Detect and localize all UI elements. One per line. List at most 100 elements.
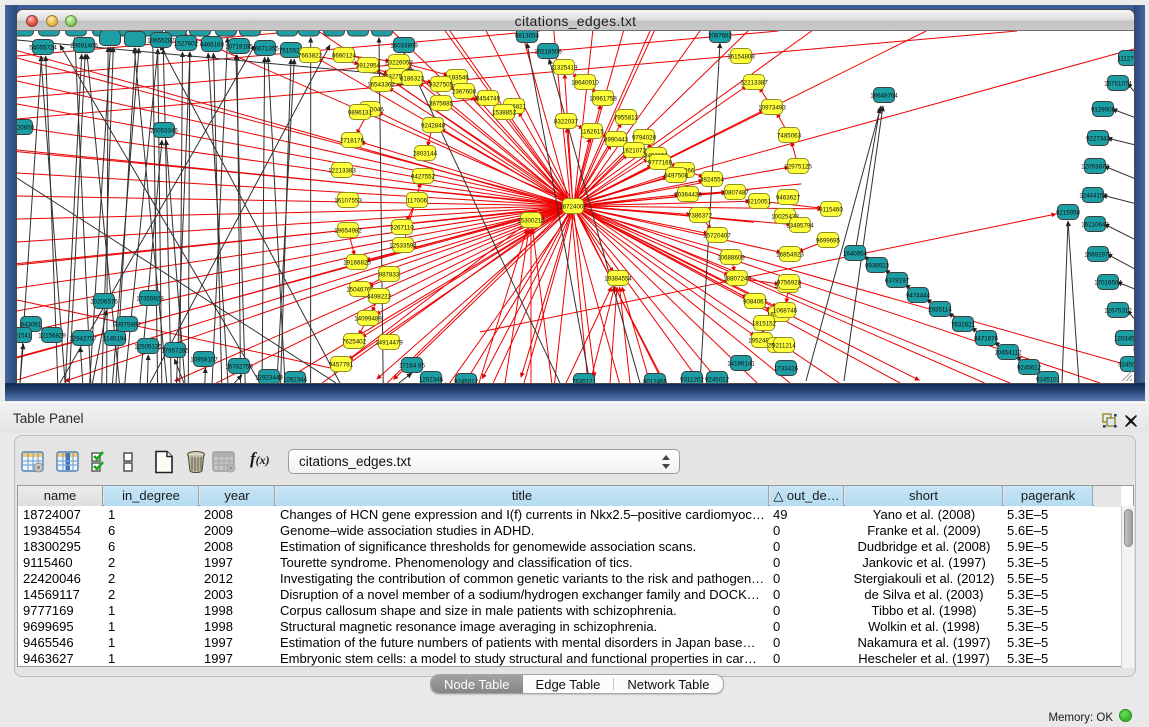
svg-text:16107553: 16107553 <box>334 197 362 204</box>
svg-text:14196141: 14196141 <box>727 360 755 367</box>
svg-text:7485063: 7485063 <box>777 132 802 139</box>
svg-text:2803144: 2803144 <box>413 150 438 157</box>
svg-text:2620650: 2620650 <box>17 124 35 131</box>
svg-text:924501 2: 924501 2 <box>1118 361 1134 368</box>
svg-text:12942757: 12942757 <box>69 335 97 342</box>
svg-text:7386372: 7386372 <box>688 212 713 219</box>
svg-text:13495794: 13495794 <box>786 222 814 229</box>
svg-text:12675312: 12675312 <box>1104 307 1132 314</box>
svg-text:17957265: 17957265 <box>161 347 189 354</box>
svg-text:9084067: 9084067 <box>743 298 768 305</box>
svg-text:9457791: 9457791 <box>329 361 354 368</box>
svg-text:20206576: 20206576 <box>90 298 118 305</box>
svg-text:3267110: 3267110 <box>390 224 414 231</box>
svg-text:10973493: 10973493 <box>758 104 786 111</box>
svg-text:7635121: 7635121 <box>572 378 597 383</box>
svg-text:9129906: 9129906 <box>1091 106 1116 113</box>
svg-text:12975125: 12975125 <box>784 163 812 170</box>
svg-text:1068746: 1068746 <box>773 307 798 314</box>
svg-text:20691406: 20691406 <box>70 42 98 49</box>
svg-text:19166825: 19166825 <box>343 259 371 266</box>
svg-text:8186323: 8186323 <box>400 75 425 82</box>
svg-text:887833: 887833 <box>379 271 400 278</box>
svg-text:2367608: 2367608 <box>452 88 477 95</box>
svg-text:9896131: 9896131 <box>348 109 373 116</box>
svg-text:3824554: 3824554 <box>700 176 725 183</box>
svg-text:20053346: 20053346 <box>150 127 178 134</box>
svg-text:18807249: 18807249 <box>723 275 751 282</box>
svg-text:15751074: 15751074 <box>1104 80 1132 87</box>
svg-text:9756928: 9756928 <box>777 279 802 286</box>
svg-text:16543362: 16543362 <box>367 81 395 88</box>
svg-text:7625402: 7625402 <box>342 338 367 345</box>
svg-text:12093872: 12093872 <box>1081 163 1109 170</box>
svg-text:6379197: 6379197 <box>885 277 910 284</box>
svg-text:6497508: 6497508 <box>664 172 689 179</box>
svg-text:16154808: 16154808 <box>727 53 755 60</box>
svg-text:1292346: 1292346 <box>419 376 444 383</box>
svg-text:8012455: 8012455 <box>643 378 668 383</box>
svg-text:4498222: 4498222 <box>367 293 392 300</box>
svg-text:7632621: 7632621 <box>951 321 976 328</box>
svg-text:19384554: 19384554 <box>604 275 632 282</box>
svg-text:8938923: 8938923 <box>865 262 890 269</box>
svg-text:16648764: 16648764 <box>870 92 898 99</box>
svg-text:19218506: 19218506 <box>534 48 562 55</box>
svg-text:16033809: 16033809 <box>390 42 418 49</box>
svg-text:17359928: 17359928 <box>136 295 164 302</box>
svg-text:11325419: 11325419 <box>550 64 578 71</box>
svg-text:8813054: 8813054 <box>515 32 540 39</box>
svg-text:17164 85: 17164 85 <box>399 362 425 369</box>
svg-text:9115460: 9115460 <box>819 206 843 213</box>
svg-text:9311202: 9311202 <box>680 376 704 383</box>
svg-text:16210643: 16210643 <box>1081 221 1109 228</box>
svg-text:9245612: 9245612 <box>1017 364 1042 371</box>
svg-text:7955812: 7955812 <box>614 114 639 121</box>
svg-text:16854923: 16854923 <box>776 251 804 258</box>
svg-text:14099489: 14099489 <box>354 315 382 322</box>
svg-text:8660124: 8660124 <box>332 52 357 59</box>
svg-text:9794028: 9794028 <box>632 134 657 141</box>
svg-text:18724007: 18724007 <box>559 203 587 210</box>
svg-text:9777169: 9777169 <box>648 159 673 166</box>
svg-text:1733426: 1733426 <box>774 365 799 372</box>
svg-text:9245012: 9245012 <box>705 376 730 383</box>
svg-text:10719185: 10719185 <box>225 43 253 50</box>
svg-text:10654112: 10654112 <box>994 349 1022 356</box>
svg-text:1112741: 1112741 <box>1117 55 1134 62</box>
svg-text:9242848: 9242848 <box>421 122 446 129</box>
svg-text:12156829: 12156829 <box>38 332 66 339</box>
svg-text:2087682: 2087682 <box>708 32 733 39</box>
svg-text:8471676: 8471676 <box>974 335 999 342</box>
svg-text:8322037: 8322037 <box>554 118 579 125</box>
svg-text:9327505: 9327505 <box>429 81 454 88</box>
svg-text:93975887: 93975887 <box>113 321 141 328</box>
svg-text:54055724: 54055724 <box>29 44 57 51</box>
svg-text:6210051: 6210051 <box>747 198 772 205</box>
svg-text:7663822: 7663822 <box>298 52 323 59</box>
svg-text:3875685: 3875685 <box>429 100 454 107</box>
svg-text:1538852: 1538852 <box>492 109 517 116</box>
svg-text:16782759: 16782759 <box>225 363 253 370</box>
svg-text:2718176: 2718176 <box>340 137 365 144</box>
svg-text:19654982: 19654982 <box>334 227 362 234</box>
svg-text:17016504: 17016504 <box>1094 279 1122 286</box>
svg-text:15692971: 15692971 <box>1084 251 1112 258</box>
svg-text:8990443: 8990443 <box>604 136 629 143</box>
svg-text:20364436: 20364436 <box>674 191 702 198</box>
svg-text:3912954: 3912954 <box>356 62 381 69</box>
svg-text:18640910: 18640910 <box>571 79 599 86</box>
svg-text:391541: 391541 <box>17 332 32 339</box>
svg-text:2935114: 2935114 <box>928 306 952 313</box>
svg-text:10688609: 10688609 <box>717 254 745 261</box>
svg-text:9474444: 9474444 <box>906 292 931 299</box>
svg-text:1162615: 1162615 <box>580 128 604 135</box>
svg-text:12923448: 12923448 <box>255 374 283 381</box>
svg-text:8215958: 8215958 <box>1056 209 1081 216</box>
svg-text:12505135: 12505135 <box>134 343 162 350</box>
svg-text:12444151: 12444151 <box>1079 192 1107 199</box>
svg-text:1640954: 1640954 <box>843 250 868 257</box>
svg-text:12533594: 12533594 <box>389 242 417 249</box>
svg-text:1145194: 1145194 <box>103 335 127 342</box>
svg-text:1621072: 1621072 <box>622 147 647 154</box>
